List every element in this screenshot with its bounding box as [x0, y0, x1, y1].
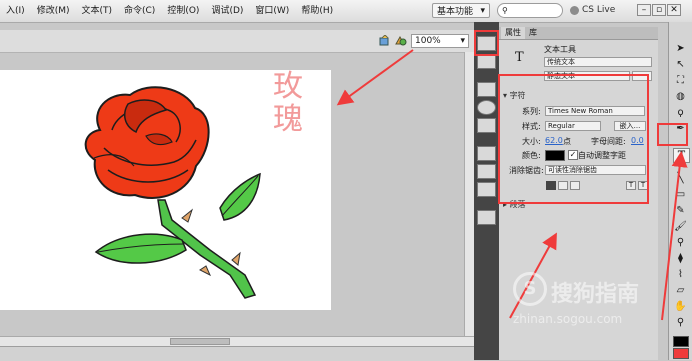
arrow-to-text-tool [661, 151, 688, 321]
watermark-url: zhinan.sogou.com [513, 312, 623, 326]
sogou-logo-icon: S [513, 272, 547, 306]
watermark-title: 搜狗指南 [551, 282, 640, 307]
arrow-to-stage-text [336, 49, 414, 106]
watermark: S 搜狗指南 zhinan.sogou.com [513, 272, 663, 332]
